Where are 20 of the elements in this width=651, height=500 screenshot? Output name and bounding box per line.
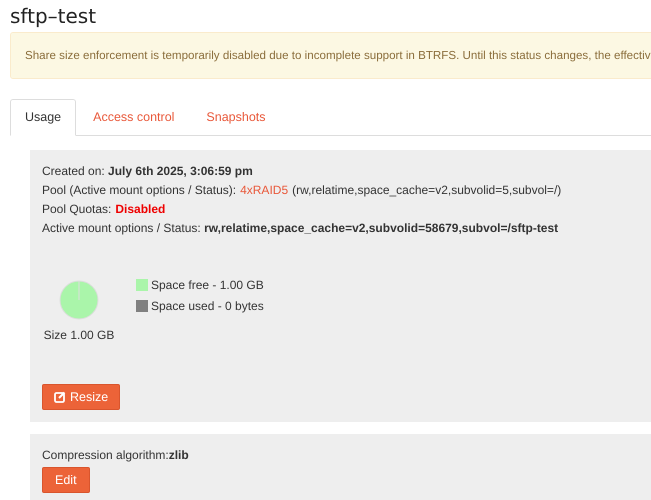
legend-label: Space free - 1.00 GB	[151, 278, 264, 292]
tab[interactable]: Access control	[78, 99, 190, 135]
edit-icon	[54, 391, 66, 403]
detail-text: Created on: July 6th 2025, 3:06:59 pm	[42, 164, 253, 178]
legend-label: Space used - 0 bytes	[151, 299, 264, 313]
tab[interactable]: Snapshots	[191, 99, 280, 135]
detail-label: Pool Quotas:	[42, 202, 112, 216]
page-title: sftp–test	[10, 3, 98, 30]
quota-status: Disabled	[115, 202, 166, 216]
tab[interactable]: Usage	[10, 99, 76, 136]
warning-alert: Share size enforcement is temporarily disabled due to incomplete support in BTRFS. Until this status changes, the effectiv	[10, 32, 651, 79]
detail-label: Pool (Active mount options / Status):	[42, 183, 236, 197]
size-label: Size 1.00 GB	[44, 328, 114, 342]
compression-text: Compression algorithm:zlib	[42, 447, 190, 464]
pool-link[interactable]: 4xRAID5	[240, 183, 288, 197]
resize-button[interactable]: Resize	[42, 384, 120, 410]
edit-button[interactable]: Edit	[42, 467, 90, 493]
pie-chart-drawing	[59, 280, 99, 320]
detail-text: (rw,relatime,space_cache=v2,subvolid=5,subvol=/)	[292, 183, 562, 197]
detail-text: Active mount options / Status: rw,relatime,space_cache=v2,subvolid=58679,subvol=/sftp-test	[42, 221, 558, 235]
